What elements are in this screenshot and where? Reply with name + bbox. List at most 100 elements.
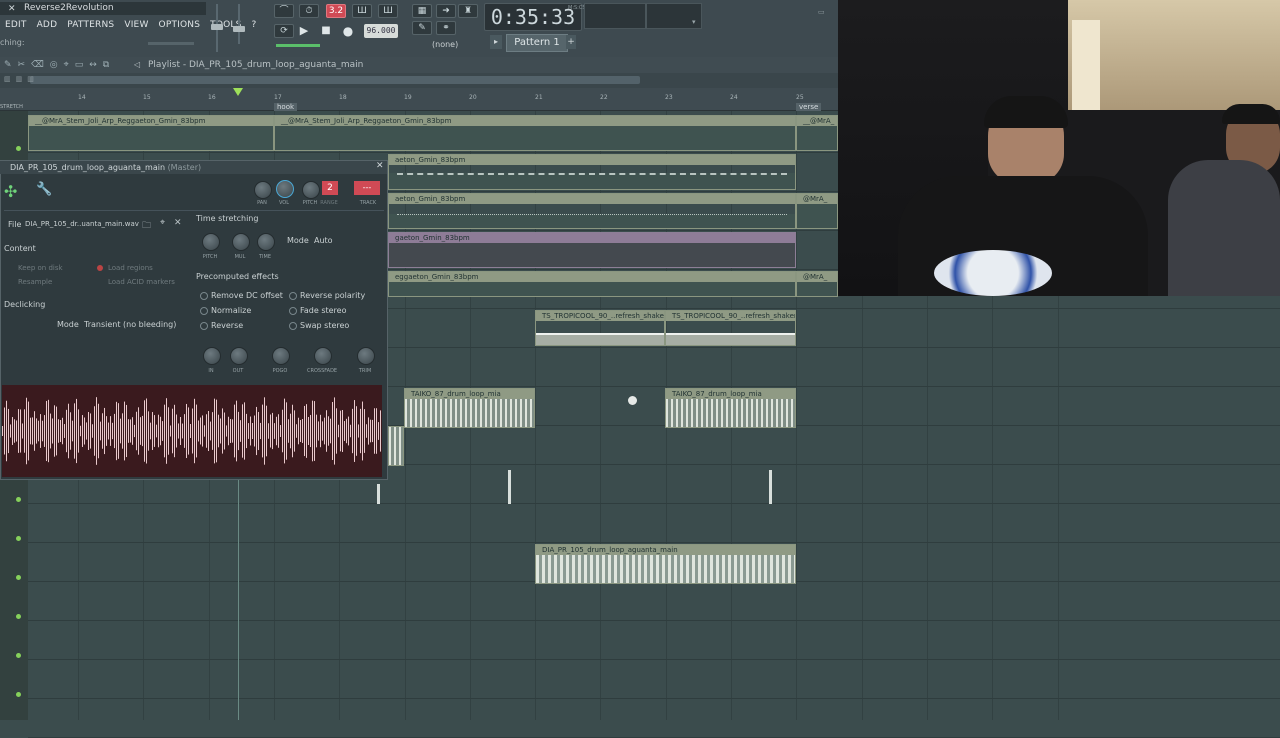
ts-pitch-knob[interactable]: [202, 233, 220, 251]
waveform-bar: [68, 403, 69, 459]
clip-arp-3[interactable]: __@MrA_: [796, 115, 838, 151]
clip-reggaeton-6[interactable]: @MrA_: [796, 271, 838, 297]
countdown-button[interactable]: 3.2: [326, 4, 346, 18]
in-knob[interactable]: [203, 347, 221, 365]
clip-reggaeton-2[interactable]: aeton_Gmin_83bpm: [388, 193, 796, 229]
remove-icon[interactable]: ✕: [174, 218, 182, 228]
waveform-bar: [286, 402, 287, 460]
marker-hook[interactable]: hook: [274, 103, 298, 111]
automation-point[interactable]: [508, 470, 511, 504]
add-pattern-button[interactable]: +: [566, 35, 576, 49]
track-mute-indicator[interactable]: [16, 692, 21, 697]
reverse-radio[interactable]: [200, 322, 208, 330]
master-volume-slider[interactable]: [210, 4, 224, 52]
marker-verse[interactable]: verse: [796, 103, 822, 111]
mixer-track-button[interactable]: ---: [354, 181, 380, 195]
close-icon[interactable]: ✕: [8, 4, 18, 14]
tempo-display[interactable]: 96.000: [364, 24, 398, 38]
playlist-tool-icons[interactable]: ✎✂⌫◎⌖▭↔⧉: [4, 60, 115, 70]
volume-knob[interactable]: [276, 180, 294, 198]
locate-icon[interactable]: ⌖: [160, 218, 165, 228]
typing-keyboard-button[interactable]: ▦: [412, 4, 432, 18]
record-icon[interactable]: ●: [340, 24, 356, 38]
track-mute-indicator[interactable]: [16, 653, 21, 658]
master-pitch-slider[interactable]: [232, 4, 246, 44]
stop-icon[interactable]: ■: [318, 24, 334, 38]
close-icon[interactable]: ✕: [376, 161, 384, 171]
plugin-icon[interactable]: ✣: [4, 182, 17, 201]
pattern-selector[interactable]: Pattern 1: [506, 34, 568, 52]
timeline-ruler[interactable]: [0, 88, 838, 111]
menu-options[interactable]: OPTIONS: [154, 18, 206, 32]
menu-add[interactable]: ADD: [32, 18, 63, 32]
snap-selector[interactable]: (none): [432, 40, 458, 49]
track-mute-indicator[interactable]: [16, 575, 21, 580]
clip-arp-2[interactable]: __@MrA_Stem_Joli_Arp_Reggaeton_Gmin_83bp…: [274, 115, 796, 151]
clip-reggaeton-5[interactable]: eggaeton_Gmin_83bpm: [388, 271, 796, 297]
menu-patterns[interactable]: PATTERNS: [62, 18, 119, 32]
clip-drum-loop-main[interactable]: DIA_PR_105_drum_loop_aguanta_main: [535, 544, 796, 584]
track-mute-indicator[interactable]: [16, 497, 21, 502]
clip-taiko-1[interactable]: TAIKO_87_drum_loop_mia: [404, 388, 535, 428]
waveform-bar: [320, 414, 321, 448]
wait-input-button[interactable]: ⏱: [299, 4, 319, 18]
remove-dc-radio[interactable]: [200, 292, 208, 300]
play-icon[interactable]: ▶: [296, 24, 312, 38]
clip-reggaeton-4[interactable]: gaeton_Gmin_83bpm: [388, 232, 796, 268]
declick-mode-select[interactable]: Transient (no bleeding): [84, 320, 176, 329]
menu-view[interactable]: VIEW: [119, 18, 153, 32]
automation-point[interactable]: [377, 484, 380, 504]
opt-load-acid[interactable]: Load ACID markers: [108, 278, 175, 286]
clip-shakers-2[interactable]: TS_TROPICOOL_90_..refresh_shakers_2: [665, 310, 796, 346]
playlist-arrow-icon[interactable]: ◁: [134, 60, 140, 69]
menu-help[interactable]: ?: [247, 18, 262, 32]
opt-load-regions[interactable]: Load regions: [108, 264, 153, 272]
swap-stereo-radio[interactable]: [289, 322, 297, 330]
clip-arp-1[interactable]: __@MrA_Stem_Joli_Arp_Reggaeton_Gmin_83bp…: [28, 115, 274, 151]
wrench-icon[interactable]: 🔧: [36, 182, 52, 197]
horizontal-scrollbar[interactable]: [30, 76, 640, 84]
clip-shakers-1[interactable]: TS_TROPICOOL_90_..refresh_shakers_2: [535, 310, 665, 346]
ts-mul-knob[interactable]: [232, 233, 250, 251]
loop-record-button[interactable]: Ш: [378, 4, 398, 18]
pitch-knob[interactable]: [302, 181, 320, 199]
crossfade-knob[interactable]: [314, 347, 332, 365]
clip-reggaeton-3[interactable]: @MrA_: [796, 193, 838, 229]
step-edit-button[interactable]: ➜: [436, 4, 456, 18]
zoom-icons[interactable]: ▥▥▥: [4, 75, 39, 83]
normalize-radio[interactable]: [200, 307, 208, 315]
metronome-button[interactable]: ⌒: [274, 4, 294, 18]
clip-small[interactable]: [388, 426, 404, 466]
chevron-down-icon[interactable]: ▾: [692, 18, 700, 26]
trim-knob[interactable]: [357, 347, 375, 365]
pattern-number[interactable]: 2: [322, 181, 338, 195]
clip-reggaeton-1[interactable]: aeton_Gmin_83bpm: [388, 154, 796, 190]
ts-time-knob[interactable]: [257, 233, 275, 251]
pan-knob[interactable]: [254, 181, 272, 199]
pencil-tool-button[interactable]: ✎: [412, 21, 432, 35]
playhead-icon[interactable]: [233, 88, 243, 96]
multilink-button[interactable]: ♜: [458, 4, 478, 18]
reverse-polarity-radio[interactable]: [289, 292, 297, 300]
song-pattern-toggle[interactable]: ⟳: [274, 24, 294, 38]
folder-icon[interactable]: 🗀: [142, 218, 151, 234]
opt-keep-on-disk[interactable]: Keep on disk: [18, 264, 63, 272]
track-mute-indicator[interactable]: [16, 536, 21, 541]
track-mute-indicator[interactable]: [16, 614, 21, 619]
collapse-icon[interactable]: ▭: [818, 8, 832, 18]
fade-stereo-radio[interactable]: [289, 307, 297, 315]
ts-mode-select[interactable]: Auto: [314, 236, 333, 245]
pattern-prev-button[interactable]: ▸: [490, 35, 502, 49]
sample-waveform[interactable]: [2, 385, 382, 477]
opt-resample[interactable]: Resample: [18, 278, 52, 286]
link-button[interactable]: ⚭: [436, 21, 456, 35]
waveform-bar: [246, 413, 247, 449]
pogo-knob[interactable]: [272, 347, 290, 365]
menu-edit[interactable]: EDIT: [0, 18, 32, 32]
automation-point[interactable]: [769, 470, 772, 504]
track-mute-indicator[interactable]: [16, 146, 21, 151]
out-knob[interactable]: [230, 347, 248, 365]
blend-notes-button[interactable]: Ш: [352, 4, 372, 18]
clip-taiko-2[interactable]: TAIKO_87_drum_loop_mia: [665, 388, 796, 428]
file-name[interactable]: DIA_PR_105_dr..uanta_main.wav: [25, 220, 139, 228]
